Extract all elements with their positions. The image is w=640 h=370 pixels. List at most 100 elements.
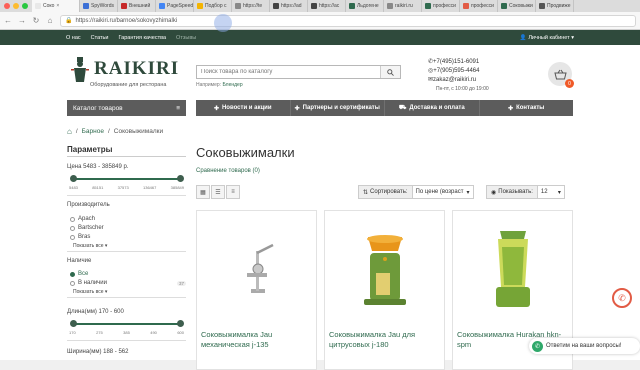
lock-icon: 🔒: [65, 18, 73, 24]
compare-link[interactable]: Сравнение товаров (0): [196, 168, 260, 174]
product-card[interactable]: Соковыжималка Jau для цитрусовых j-180: [324, 210, 445, 370]
product-name[interactable]: Соковыжималка Jau для цитрусовых j-180: [329, 330, 441, 350]
availability-all[interactable]: Все: [70, 271, 189, 277]
catalog-button[interactable]: Каталог товаров ≡: [67, 100, 186, 116]
browser-tab[interactable]: Льдогене: [346, 0, 384, 12]
tab-label: професси: [471, 3, 494, 9]
show-all-availability[interactable]: Показать все ▾: [73, 289, 192, 295]
url-text: https://raikiri.ru/barnoe/sokovyzhimalki: [75, 17, 178, 24]
work-schedule: Пн-пт, с 10:00 до 19:00: [436, 86, 489, 92]
list-icon: ☰: [215, 189, 221, 196]
radio[interactable]: [70, 280, 75, 286]
browser-tab[interactable]: Внешний: [118, 0, 156, 12]
search-icon: [387, 68, 394, 76]
menu-item-label: Контакты: [516, 105, 545, 111]
window-minimize-button[interactable]: [13, 3, 19, 9]
topnav-link-warranty[interactable]: Гарантия качества: [118, 35, 166, 41]
window-maximize-button[interactable]: [22, 3, 28, 9]
topnav-link-articles[interactable]: Статьи: [91, 35, 109, 41]
window-close-button[interactable]: [4, 3, 10, 9]
site-logo[interactable]: RAIKIRI: [70, 55, 179, 83]
browser-tab[interactable]: https://ad: [270, 0, 308, 12]
grid-view-button[interactable]: ▦: [196, 185, 210, 199]
radio[interactable]: [70, 225, 75, 231]
show-all-label: Показать все: [73, 289, 104, 295]
length-slider-max-handle[interactable]: [177, 320, 184, 327]
page-content: ⌂ / Барное / Соковыжималки Параметры Цен…: [0, 121, 640, 370]
option-label: Bartscher: [78, 225, 104, 231]
browser-tab[interactable]: https://te: [232, 0, 270, 12]
menu-item-contacts[interactable]: ✚ Контакты: [480, 100, 574, 116]
sort-value: По цене (возраст: [415, 189, 464, 195]
phone-1[interactable]: +7(495)151-6091: [433, 59, 479, 65]
menu-item-partners[interactable]: ✚ Партнеры и сертификаты: [291, 100, 385, 116]
show-count-select[interactable]: 12 ▾: [537, 186, 564, 198]
browser-tab[interactable]: PageSpeed: [156, 0, 194, 12]
search-button[interactable]: [380, 66, 400, 78]
show-all-manufacturers[interactable]: Показать все ▾: [73, 243, 192, 249]
search-input[interactable]: [197, 69, 380, 75]
price-slider-min-handle[interactable]: [70, 175, 77, 182]
sort-select[interactable]: По цене (возраст ▾: [412, 186, 473, 198]
availability-in-stock[interactable]: В наличии 37: [70, 280, 186, 286]
search-example-link[interactable]: Блендер: [222, 82, 242, 88]
tick-label: 136467: [143, 185, 157, 190]
chat-widget[interactable]: ✆ Ответим на ваши вопросы!: [529, 338, 640, 354]
price-slider[interactable]: [70, 175, 184, 182]
manufacturer-option[interactable]: Apach: [70, 216, 189, 222]
tab-label: https://ad: [281, 3, 302, 9]
favicon-icon: [463, 3, 469, 9]
browser-tab[interactable]: Соковыжи: [498, 0, 536, 12]
browser-tab[interactable]: SpyWords: [80, 0, 118, 12]
sort-label-text: Сортировать:: [370, 189, 408, 195]
browser-tab[interactable]: https://ac: [308, 0, 346, 12]
product-image[interactable]: [325, 223, 444, 315]
juicer-lever-image: [246, 243, 274, 293]
page-title: Соковыжималки: [196, 145, 295, 160]
compact-view-button[interactable]: ≡: [226, 185, 240, 199]
radio-checked[interactable]: [70, 271, 75, 277]
home-icon[interactable]: ⌂: [67, 127, 72, 136]
product-name[interactable]: Соковыжималка Jau механическая j-135: [201, 330, 313, 350]
forward-button[interactable]: →: [18, 16, 26, 25]
product-image[interactable]: [453, 223, 572, 315]
back-button[interactable]: ←: [4, 16, 12, 25]
browser-tab[interactable]: професси: [460, 0, 498, 12]
option-label: В наличии: [78, 280, 108, 286]
radio[interactable]: [70, 216, 75, 222]
radio[interactable]: [70, 234, 75, 240]
manufacturer-option[interactable]: Bras: [70, 234, 189, 240]
browser-tab[interactable]: Подбор с: [194, 0, 232, 12]
phone-icon: ✆: [618, 292, 626, 303]
url-field[interactable]: 🔒 https://raikiri.ru/barnoe/sokovyzhimal…: [60, 14, 636, 27]
price-slider-max-handle[interactable]: [177, 175, 184, 182]
menu-item-delivery[interactable]: ⛟ Доставка и оплата: [385, 100, 480, 116]
truck-icon: ⛟: [398, 105, 407, 111]
email-link[interactable]: zakaz@raikiri.ru: [433, 77, 476, 83]
sort-control: ⇅ Сортировать: По цене (возраст ▾: [358, 185, 474, 199]
topnav-link-reviews[interactable]: Отзывы: [176, 35, 196, 41]
close-tab-icon[interactable]: ×: [56, 3, 59, 9]
browser-tab[interactable]: raikiri.ru: [384, 0, 422, 12]
favicon-icon: [387, 3, 393, 9]
manufacturer-option[interactable]: Bartscher: [70, 225, 189, 231]
tab-label: https://te: [243, 3, 263, 9]
topnav-link-about[interactable]: О нас: [66, 35, 81, 41]
breadcrumb-separator: /: [107, 128, 110, 135]
breadcrumb-item-bar[interactable]: Барное: [82, 128, 104, 135]
phone-2[interactable]: +7(905)595-4464: [433, 68, 479, 74]
browser-tab[interactable]: Продвиже: [536, 0, 574, 12]
list-view-button[interactable]: ☰: [211, 185, 225, 199]
browser-tab[interactable]: професси: [422, 0, 460, 12]
product-card[interactable]: Соковыжималка Jau механическая j-135: [196, 210, 317, 370]
home-button[interactable]: ⌂: [46, 16, 54, 25]
browser-tab[interactable]: Соко ×: [32, 0, 80, 12]
tab-label: https://ac: [319, 3, 340, 9]
length-slider-min-handle[interactable]: [70, 320, 77, 327]
reload-button[interactable]: ↻: [32, 16, 40, 25]
menu-item-news[interactable]: ✚ Новости и акции: [196, 100, 291, 116]
personal-cabinet-link[interactable]: 👤 Личный кабинет ▾: [520, 35, 574, 41]
product-image[interactable]: [197, 223, 316, 315]
callback-button[interactable]: ✆: [612, 288, 632, 308]
length-slider[interactable]: [70, 320, 184, 327]
